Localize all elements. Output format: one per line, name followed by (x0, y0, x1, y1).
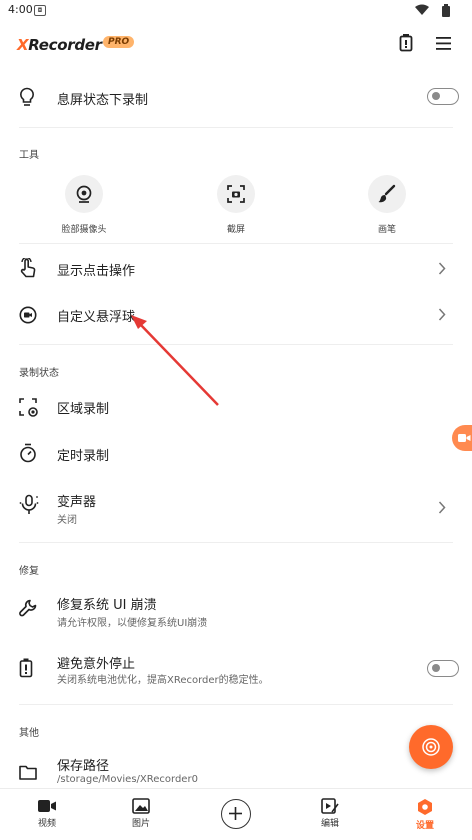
tool-brush[interactable]: 画笔 (347, 175, 427, 235)
battery-alert-icon (19, 658, 33, 678)
record-icon (422, 738, 440, 756)
timed-record-label: 定时录制 (57, 449, 110, 464)
record-fab[interactable] (409, 725, 453, 769)
divider (19, 704, 453, 705)
nav-label: 图片 (131, 819, 150, 829)
divider (19, 344, 453, 345)
other-section-header: 其他 (19, 728, 39, 739)
floating-ball-icon (19, 306, 37, 324)
repair-ui-row[interactable]: 修复系统 UI 崩溃 请允许权限，以便修复系统UI崩溃 (0, 590, 472, 630)
screen-off-recording-toggle[interactable] (427, 88, 459, 105)
add-icon (229, 807, 242, 820)
avoid-stop-row[interactable]: 避免意外停止 关闭系统电池优化，提高XRecorder的稳定性。 (0, 649, 472, 689)
touch-hand-icon (20, 258, 36, 278)
pro-badge[interactable]: PRO (103, 36, 135, 48)
save-path-label: 保存路径 (57, 759, 110, 774)
avoid-stop-toggle[interactable] (427, 660, 459, 677)
show-touches-label: 显示点击操作 (57, 264, 136, 279)
region-record-label: 区域录制 (57, 402, 110, 417)
face-camera-icon-bg (65, 175, 103, 213)
divider (19, 542, 453, 543)
voice-changer-label: 变声器 (57, 495, 97, 510)
avoid-stop-label: 避免意外停止 (57, 657, 136, 672)
chevron-right-icon (438, 308, 446, 321)
tool-label: 截屏 (226, 225, 245, 235)
nav-images[interactable]: 图片 (111, 789, 171, 829)
repair-ui-description: 请允许权限，以便修复系统UI崩溃 (57, 618, 208, 629)
tools-section-header: 工具 (19, 150, 39, 161)
wrench-icon (19, 599, 37, 617)
repair-section-header: 修复 (19, 566, 39, 577)
nav-add-button[interactable] (221, 799, 251, 829)
voice-changer-icon (19, 494, 39, 514)
nav-edit[interactable]: 编辑 (300, 789, 360, 829)
repair-ui-label: 修复系统 UI 崩溃 (57, 598, 157, 613)
screen-off-recording-row[interactable]: 息屏状态下录制 (0, 80, 472, 116)
floating-ball-row[interactable]: 自定义悬浮球 (0, 298, 472, 332)
edit-icon (321, 798, 339, 814)
notification-icon: ◘ (34, 5, 46, 16)
settings-icon (418, 799, 432, 815)
divider (19, 127, 453, 128)
brush-icon-bg (368, 175, 406, 213)
timed-record-row[interactable]: 定时录制 (0, 437, 472, 471)
nav-label: 编辑 (320, 819, 339, 829)
voice-changer-status: 关闭 (57, 515, 77, 526)
floating-ball-label: 自定义悬浮球 (57, 310, 136, 325)
folder-icon (19, 765, 37, 780)
avoid-stop-description: 关闭系统电池优化，提高XRecorder的稳定性。 (57, 675, 269, 686)
video-icon (38, 800, 56, 812)
tool-label: 画笔 (377, 225, 396, 235)
status-time: 4:00 (8, 3, 33, 16)
save-path-row[interactable]: 保存路径 /storage/Movies/XRecorder0 (0, 751, 472, 789)
camera-record-icon (458, 434, 471, 442)
nav-settings[interactable]: 设置 (395, 789, 455, 831)
image-icon (132, 798, 150, 814)
screen-off-recording-label: 息屏状态下录制 (57, 93, 149, 108)
screenshot-icon-bg (217, 175, 255, 213)
wifi-icon (415, 4, 429, 15)
save-path-value: /storage/Movies/XRecorder0 (57, 774, 198, 785)
floating-ball-handle[interactable] (452, 425, 472, 451)
timer-icon (20, 443, 36, 463)
lightbulb-icon (20, 87, 34, 106)
screenshot-icon (227, 185, 245, 203)
battery-optimize-icon[interactable] (399, 34, 413, 52)
show-touches-row[interactable]: 显示点击操作 (0, 252, 472, 286)
toggle-knob (432, 664, 440, 672)
nav-video[interactable]: 视频 (17, 789, 77, 829)
nav-label: 视频 (37, 819, 56, 829)
tool-face-camera[interactable]: 脸部摄像头 (44, 175, 124, 235)
voice-changer-row[interactable]: 变声器 关闭 (0, 488, 472, 528)
toggle-knob (432, 92, 440, 100)
brush-icon (378, 184, 396, 203)
tool-label: 脸部摄像头 (61, 225, 107, 235)
tool-screenshot[interactable]: 截屏 (196, 175, 276, 235)
record-state-section-header: 录制状态 (19, 368, 59, 379)
region-record-row[interactable]: 区域录制 (0, 390, 472, 424)
status-bar: 4:00 ◘ (0, 0, 472, 22)
nav-label: 设置 (415, 821, 434, 831)
app-bar: XRecorder PRO (0, 26, 472, 66)
divider (19, 243, 453, 244)
chevron-right-icon (438, 501, 446, 514)
bottom-navigation: 视频 图片 编辑 设置 (0, 788, 472, 840)
chevron-right-icon (438, 262, 446, 275)
menu-icon[interactable] (436, 37, 451, 50)
face-camera-icon (76, 185, 92, 203)
region-record-icon (19, 398, 38, 417)
battery-icon (442, 4, 450, 17)
app-logo: XRecorder (17, 36, 102, 54)
